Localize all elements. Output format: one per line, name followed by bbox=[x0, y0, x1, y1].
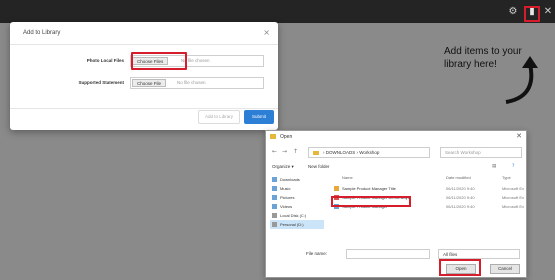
filename-input[interactable] bbox=[346, 249, 430, 259]
dialog-title: Add to Library bbox=[23, 30, 61, 36]
file-type: Microsoft Ex bbox=[502, 204, 525, 209]
file-list: Name Date modified Type Sample Product M… bbox=[330, 175, 524, 245]
settings-icon[interactable]: ⚙ bbox=[506, 4, 520, 18]
column-type[interactable]: Type bbox=[502, 175, 511, 180]
folder-icon bbox=[313, 151, 319, 155]
help-icon[interactable]: ? bbox=[512, 164, 514, 169]
sidebar-item-local-disk[interactable]: Local Disk (C:) bbox=[270, 211, 324, 220]
add-to-library-dialog: Add to Library × Photo Local Files Choos… bbox=[10, 22, 278, 130]
sidebar-item-label: Music bbox=[280, 186, 291, 191]
column-date-modified[interactable]: Date modified bbox=[446, 175, 471, 180]
highlight-add-button bbox=[524, 6, 540, 22]
filetype-select[interactable]: All files bbox=[438, 249, 520, 259]
sidebar-item-label: Personal (D:) bbox=[280, 222, 304, 227]
file-date: 06/11/2020 9:40 bbox=[446, 204, 475, 209]
videos-icon bbox=[272, 204, 277, 209]
music-icon bbox=[272, 186, 277, 191]
supported-statement-label: Supported Statement bbox=[78, 80, 124, 85]
highlight-selected-file bbox=[331, 196, 411, 207]
up-icon[interactable]: ↑ bbox=[293, 148, 298, 155]
curved-arrow-icon bbox=[505, 56, 538, 104]
submit-button[interactable]: Submit bbox=[244, 110, 274, 124]
address-bar-row: ← → ↑ › DOWNLOADS › Workshop Search Work… bbox=[270, 147, 522, 159]
explorer-title-bar: Open bbox=[266, 131, 526, 143]
dialog-divider bbox=[10, 44, 278, 45]
sidebar-item-music[interactable]: Music bbox=[270, 184, 324, 193]
sidebar-item-label: Videos bbox=[280, 204, 293, 209]
filename-label: File name: bbox=[306, 251, 328, 256]
choose-file-button[interactable]: Choose File bbox=[132, 79, 167, 87]
pictures-icon bbox=[272, 195, 277, 200]
explorer-cancel-button[interactable]: Cancel bbox=[490, 264, 520, 274]
statement-file-status: No file chosen bbox=[177, 80, 206, 85]
photo-files-label: Photo Local Files bbox=[86, 58, 124, 63]
highlight-open-button bbox=[439, 259, 481, 276]
file-name: Sample Product Manager Title bbox=[342, 186, 396, 191]
organize-menu[interactable]: Organize ▾ bbox=[272, 164, 294, 170]
address-bar[interactable]: › DOWNLOADS › Workshop bbox=[308, 147, 430, 158]
sidebar-item-personal[interactable]: Personal (D:) bbox=[270, 220, 324, 229]
column-name[interactable]: Name bbox=[342, 175, 353, 180]
drive-icon bbox=[272, 213, 277, 218]
top-app-bar: ⚙ ▮ ✕ bbox=[0, 0, 555, 23]
sidebar-item-label: Local Disk (C:) bbox=[280, 213, 307, 218]
navigation-pane: Downloads Music Pictures Videos Local Di… bbox=[270, 175, 324, 245]
view-icon[interactable]: ▤ bbox=[492, 164, 496, 169]
file-icon bbox=[334, 186, 339, 191]
explorer-toolbar: Organize ▾ New folder ▤ ? bbox=[270, 163, 522, 172]
new-folder-button[interactable]: New folder bbox=[308, 164, 330, 169]
search-input[interactable]: Search Workshop bbox=[440, 147, 522, 158]
dialog-footer-divider bbox=[10, 108, 278, 109]
drive-icon bbox=[272, 222, 277, 227]
file-date: 06/11/2020 9:40 bbox=[446, 186, 475, 191]
cancel-button[interactable]: Add to Library bbox=[198, 110, 240, 124]
folder-icon bbox=[270, 134, 276, 139]
file-date: 06/11/2020 9:40 bbox=[446, 195, 475, 200]
highlight-choose-files bbox=[131, 52, 187, 70]
forward-icon[interactable]: → bbox=[282, 148, 287, 155]
file-type: Microsoft Ex bbox=[502, 195, 525, 200]
sidebar-item-downloads[interactable]: Downloads bbox=[270, 175, 324, 184]
statement-file-input[interactable]: Choose File No file chosen bbox=[130, 77, 264, 89]
dialog-close-icon[interactable]: × bbox=[263, 28, 270, 37]
close-icon[interactable]: ✕ bbox=[541, 4, 555, 18]
file-row[interactable]: Sample Product Manager Title 06/11/2020 9… bbox=[330, 185, 524, 192]
sidebar-item-label: Downloads bbox=[280, 177, 300, 182]
address-path: › DOWNLOADS › Workshop bbox=[323, 150, 380, 155]
explorer-close-icon[interactable]: ✕ bbox=[516, 132, 522, 140]
downloads-icon bbox=[272, 177, 277, 182]
sidebar-item-pictures[interactable]: Pictures bbox=[270, 193, 324, 202]
sidebar-item-label: Pictures bbox=[280, 195, 295, 200]
file-type: Microsoft Ex bbox=[502, 186, 525, 191]
sidebar-item-videos[interactable]: Videos bbox=[270, 202, 324, 211]
explorer-title: Open bbox=[280, 134, 293, 140]
back-icon[interactable]: ← bbox=[272, 148, 277, 155]
